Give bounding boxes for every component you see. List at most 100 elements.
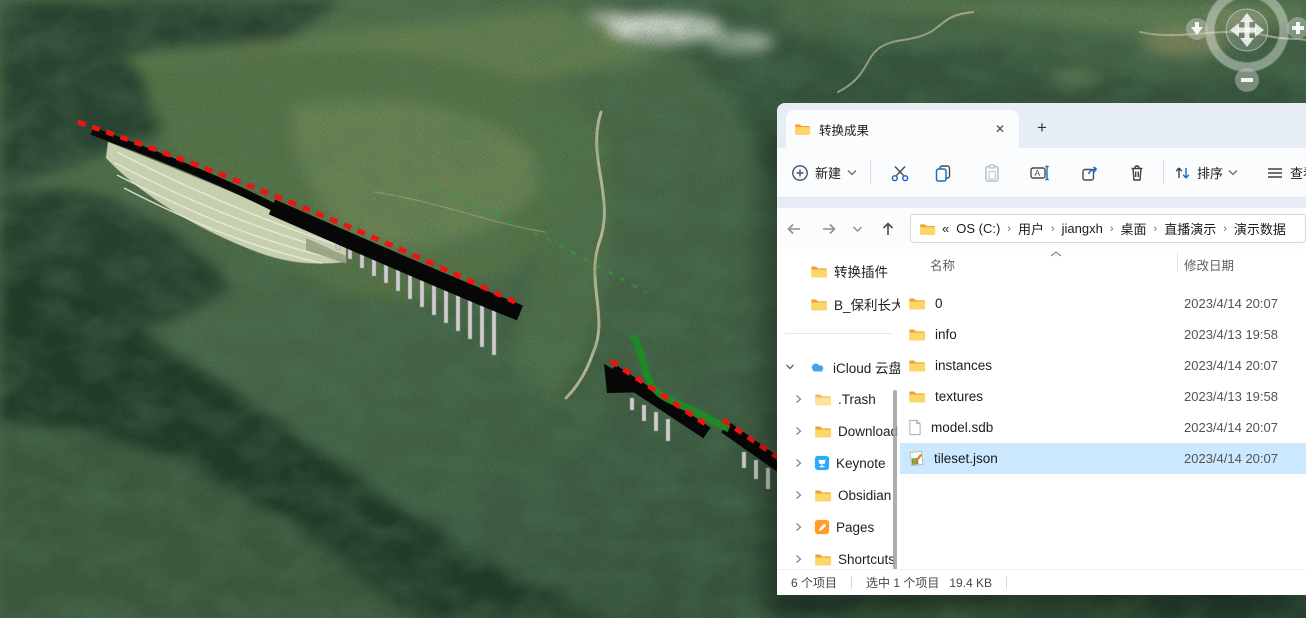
selection-count: 选中 1 个项目 [866, 574, 939, 591]
up-button[interactable] [875, 216, 901, 242]
chevron-right-icon[interactable] [795, 554, 802, 564]
breadcrumb-live-demo[interactable]: 直播演示 [1164, 219, 1216, 238]
chevron-right-icon[interactable] [795, 522, 802, 532]
chevron-right-icon[interactable] [795, 394, 802, 404]
copy-icon [933, 163, 953, 183]
view-lines-icon [1266, 165, 1284, 181]
sidebar-item-trash[interactable]: .Trash [777, 388, 876, 410]
json-file-icon [908, 450, 925, 467]
file-row-instances[interactable]: instances 2023/4/14 20:07 [900, 350, 1306, 381]
file-row-info[interactable]: info 2023/4/13 19:58 [900, 319, 1306, 350]
chevron-right-icon[interactable] [795, 490, 802, 500]
paste-button[interactable] [974, 155, 1010, 190]
file-row-model-sdb[interactable]: model.sdb 2023/4/14 20:07 [900, 412, 1306, 443]
selection-size: 19.4 KB [949, 576, 992, 590]
tab-close-button[interactable]: ✕ [989, 118, 1011, 140]
file-name: tileset.json [934, 451, 998, 466]
icloud-icon [808, 360, 827, 375]
back-button[interactable] [781, 216, 807, 242]
status-bar: 6 个项目 选中 1 个项目 19.4 KB [777, 569, 1306, 595]
forward-button[interactable] [816, 216, 842, 242]
zoom-in-button[interactable] [1287, 17, 1306, 39]
column-header-name[interactable]: 名称 [930, 255, 955, 274]
delete-button[interactable] [1119, 155, 1155, 190]
status-divider [851, 576, 852, 589]
file-row-textures[interactable]: textures 2023/4/13 19:58 [900, 381, 1306, 412]
breadcrumb-separator: › [1051, 223, 1055, 235]
tab-conversion-results[interactable]: 转换成果 ✕ [786, 110, 1019, 148]
chevron-down-icon[interactable] [785, 362, 795, 372]
address-row: « OS (C:) › 用户 › jiangxh › 桌面 › 直播演示 › 演… [777, 208, 1306, 249]
view-button[interactable]: 查看 [1266, 148, 1306, 197]
items-count: 6 个项目 [791, 574, 837, 591]
sort-button[interactable]: 排序 [1173, 148, 1238, 197]
scissors-icon [890, 163, 910, 183]
share-button[interactable] [1072, 155, 1108, 190]
file-name: textures [935, 389, 983, 404]
file-date: 2023/4/14 20:07 [1184, 296, 1278, 311]
column-divider[interactable] [1177, 252, 1178, 272]
breadcrumb-users[interactable]: 用户 [1018, 219, 1044, 238]
window-band [777, 198, 1306, 208]
new-tab-button[interactable]: + [1029, 115, 1055, 141]
sidebar-item-download[interactable]: Download [777, 420, 898, 442]
sidebar-scrollbar[interactable] [893, 390, 897, 570]
sort-ascending-caret-icon [1050, 251, 1062, 257]
toolbar-divider [870, 160, 871, 185]
sidebar-item-b-baoli[interactable]: B_保利长大 [777, 293, 900, 315]
new-button[interactable]: 新建 [791, 148, 857, 197]
chevron-down-icon [1228, 169, 1238, 176]
new-plus-circle-icon [791, 164, 809, 182]
sidebar-item-conversion-plugin[interactable]: 转换插件 [777, 260, 888, 282]
sidebar-item-label: B_保利长大 [834, 294, 900, 314]
file-date: 2023/4/13 19:58 [1184, 389, 1278, 404]
chevron-right-icon[interactable] [795, 458, 802, 468]
navigation-compass-widget[interactable] [1180, 0, 1306, 100]
recent-locations-button[interactable] [847, 216, 867, 242]
file-date: 2023/4/14 20:07 [1184, 420, 1278, 435]
sidebar-item-pages[interactable]: Pages [777, 516, 874, 538]
arrow-up-icon [879, 220, 897, 238]
file-name: instances [935, 358, 992, 373]
trash-icon [1127, 163, 1147, 183]
breadcrumb-separator: › [1007, 223, 1011, 235]
folder-icon [908, 327, 926, 342]
folder-icon [814, 552, 832, 567]
sidebar-item-label: Obsidian [838, 488, 891, 503]
sidebar-item-label: Pages [836, 520, 874, 535]
folder-icon [814, 392, 832, 407]
sidebar-item-label: iCloud 云盘 [833, 357, 900, 377]
file-date: 2023/4/14 20:07 [1184, 358, 1278, 373]
cut-button[interactable] [882, 155, 918, 190]
breadcrumb-desktop[interactable]: 桌面 [1121, 219, 1147, 238]
new-button-label: 新建 [815, 163, 841, 182]
arrow-left-icon [785, 220, 803, 238]
file-row-0[interactable]: 0 2023/4/14 20:07 [900, 288, 1306, 319]
sidebar-item-label: .Trash [838, 392, 876, 407]
copy-button[interactable] [925, 155, 961, 190]
file-name: 0 [935, 296, 943, 311]
tilt-button[interactable] [1186, 18, 1208, 40]
rename-button[interactable]: A [1022, 155, 1058, 190]
command-toolbar: 新建 [777, 148, 1306, 198]
keynote-icon [814, 455, 830, 471]
file-name: model.sdb [931, 420, 993, 435]
folder-icon [814, 424, 832, 439]
sidebar-item-keynote[interactable]: Keynote [777, 452, 886, 474]
pan-control[interactable] [1226, 9, 1268, 51]
sidebar-item-shortcuts[interactable]: Shortcuts [777, 548, 895, 570]
folder-icon [908, 389, 926, 404]
sidebar-item-obsidian[interactable]: Obsidian [777, 484, 891, 506]
address-bar[interactable]: « OS (C:) › 用户 › jiangxh › 桌面 › 直播演示 › 演… [910, 214, 1306, 243]
zoom-out-button[interactable] [1235, 68, 1259, 92]
breadcrumb-demo-data[interactable]: 演示数据 [1234, 219, 1286, 238]
breadcrumb-jiangxh[interactable]: jiangxh [1062, 221, 1103, 236]
file-explorer-window: 转换成果 ✕ + 新建 [777, 103, 1306, 595]
file-row-tileset-json-selected[interactable]: tileset.json 2023/4/14 20:07 [900, 443, 1306, 474]
column-header-date[interactable]: 修改日期 [1184, 255, 1234, 274]
breadcrumb-os-c[interactable]: OS (C:) [956, 221, 1000, 236]
sidebar-item-icloud-drive[interactable]: iCloud 云盘 [777, 356, 900, 378]
rename-icon: A [1029, 163, 1051, 183]
breadcrumb-overflow[interactable]: « [942, 221, 949, 236]
chevron-right-icon[interactable] [795, 426, 802, 436]
